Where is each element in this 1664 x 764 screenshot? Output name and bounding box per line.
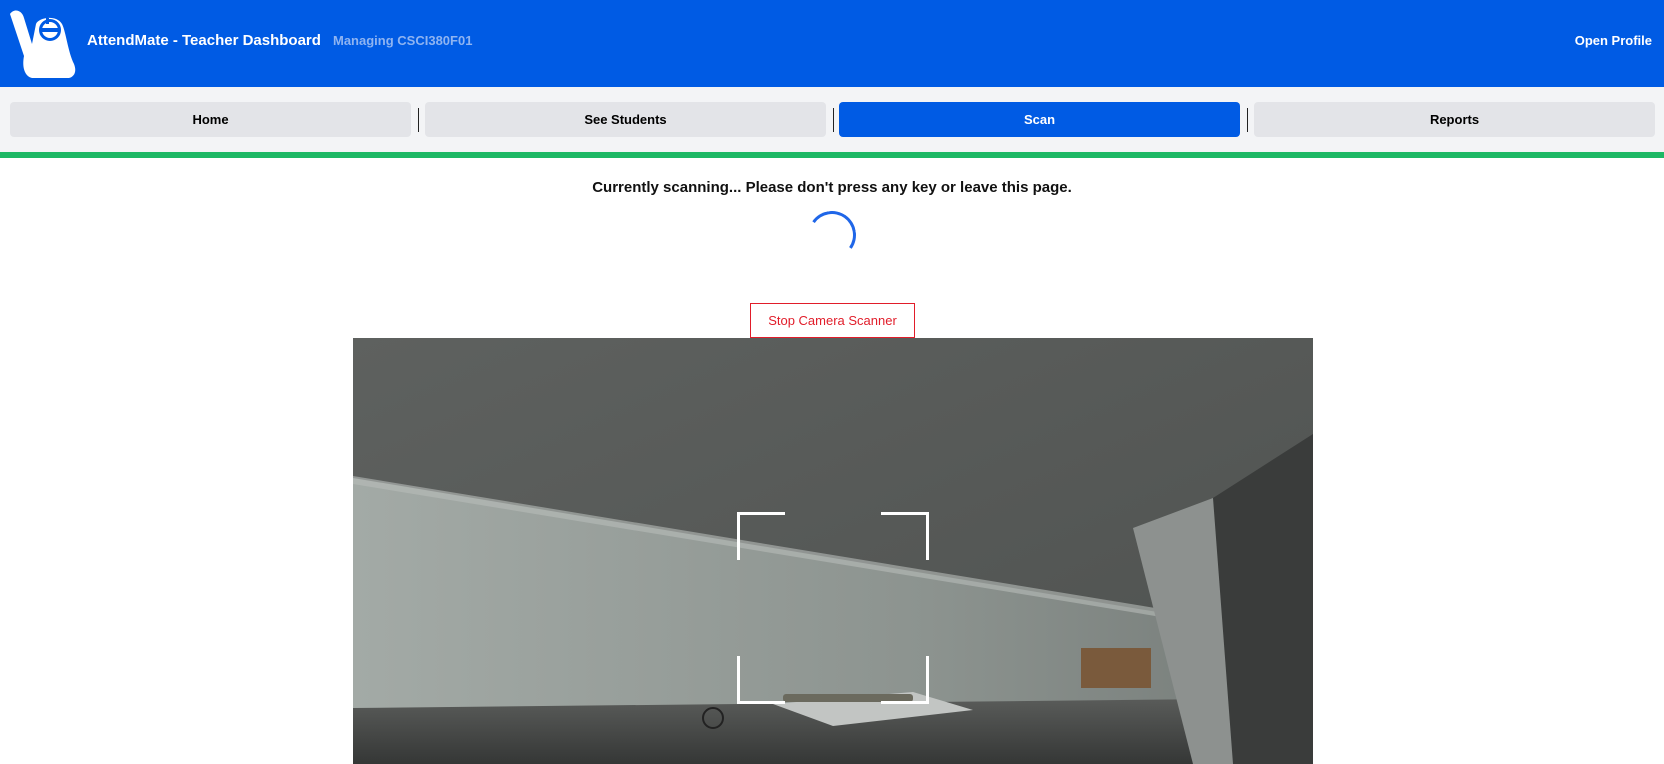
hand-logo-icon bbox=[6, 6, 78, 79]
open-profile-link[interactable]: Open Profile bbox=[1575, 32, 1652, 50]
scan-frame-corner bbox=[881, 512, 929, 560]
stop-camera-scanner-button[interactable]: Stop Camera Scanner bbox=[750, 303, 915, 338]
camera-feed bbox=[353, 338, 1313, 764]
loading-spinner-icon bbox=[804, 207, 860, 263]
app-title: AttendMate - Teacher Dashboard bbox=[87, 32, 321, 49]
tab-divider bbox=[1247, 108, 1248, 132]
progress-bar-fill bbox=[0, 152, 1664, 158]
scan-frame-corner bbox=[737, 512, 785, 560]
tab-divider bbox=[418, 108, 419, 132]
tab-scan[interactable]: Scan bbox=[839, 102, 1240, 137]
tab-home[interactable]: Home bbox=[10, 102, 411, 137]
managing-course-label: Managing CSCI380F01 bbox=[333, 33, 473, 48]
scan-frame-corner bbox=[737, 656, 785, 704]
tab-see-students[interactable]: See Students bbox=[425, 102, 826, 137]
tab-divider bbox=[833, 108, 834, 132]
progress-bar bbox=[0, 152, 1664, 158]
camera-feed-image bbox=[353, 338, 1313, 764]
main-nav: Home See Students Scan Reports bbox=[0, 87, 1664, 152]
app-header: AttendMate - Teacher Dashboard Managing … bbox=[0, 0, 1664, 87]
scan-frame-corner bbox=[881, 656, 929, 704]
scanning-status-message: Currently scanning... Please don't press… bbox=[592, 179, 1072, 196]
tab-reports[interactable]: Reports bbox=[1254, 102, 1655, 137]
